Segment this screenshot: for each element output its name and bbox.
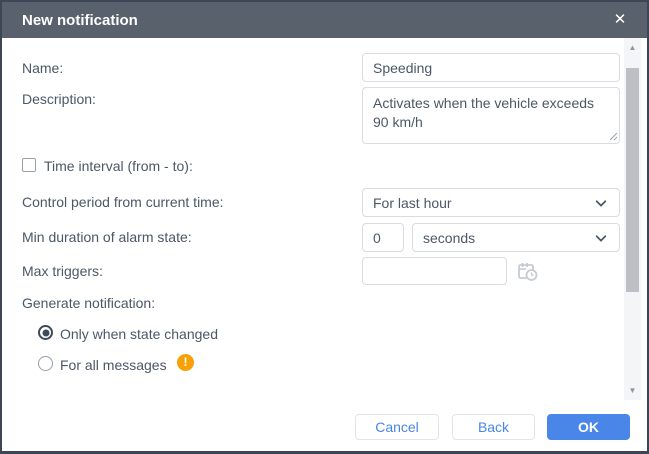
dialog-title: New notification: [2, 12, 138, 29]
min-duration-label: Min duration of alarm state:: [22, 228, 192, 246]
control-period-value: For last hour: [373, 195, 452, 211]
radio-only-when-state-changed[interactable]: [38, 325, 53, 340]
description-label: Description:: [22, 90, 96, 108]
scrollbar[interactable]: ▲ ▼: [624, 38, 641, 400]
new-notification-dialog: New notification ✕ Name: Description: Ac…: [0, 0, 649, 454]
calendar-clock-icon[interactable]: [517, 261, 539, 282]
chevron-down-icon: [595, 230, 606, 241]
close-icon[interactable]: ✕: [609, 2, 631, 38]
warning-icon: !: [177, 354, 194, 371]
scrollbar-thumb[interactable]: [626, 68, 639, 292]
min-duration-unit-value: seconds: [423, 230, 475, 246]
min-duration-input[interactable]: [362, 223, 404, 252]
time-interval-checkbox[interactable]: [22, 158, 36, 172]
back-button[interactable]: Back: [452, 414, 535, 440]
chevron-down-icon: [595, 195, 606, 206]
generate-notification-label: Generate notification:: [22, 294, 155, 312]
dialog-titlebar: New notification: [2, 2, 647, 38]
radio-only-when-state-changed-label: Only when state changed: [60, 325, 218, 343]
max-triggers-label: Max triggers:: [22, 262, 103, 280]
min-duration-unit-select[interactable]: seconds: [412, 223, 620, 252]
radio-for-all-messages[interactable]: [38, 356, 53, 371]
scroll-down-icon[interactable]: ▼: [624, 383, 641, 398]
scroll-up-icon[interactable]: ▲: [624, 40, 641, 55]
time-interval-label: Time interval (from - to):: [44, 157, 193, 175]
max-triggers-input[interactable]: [362, 257, 507, 285]
ok-button[interactable]: OK: [547, 414, 630, 440]
control-period-select[interactable]: For last hour: [362, 188, 620, 217]
name-input[interactable]: [362, 53, 620, 82]
name-label: Name:: [22, 59, 63, 77]
description-textarea[interactable]: Activates when the vehicle exceeds 90 km…: [362, 87, 620, 144]
control-period-label: Control period from current time:: [22, 193, 224, 211]
cancel-button[interactable]: Cancel: [355, 414, 439, 440]
radio-for-all-messages-label: For all messages: [60, 356, 167, 374]
